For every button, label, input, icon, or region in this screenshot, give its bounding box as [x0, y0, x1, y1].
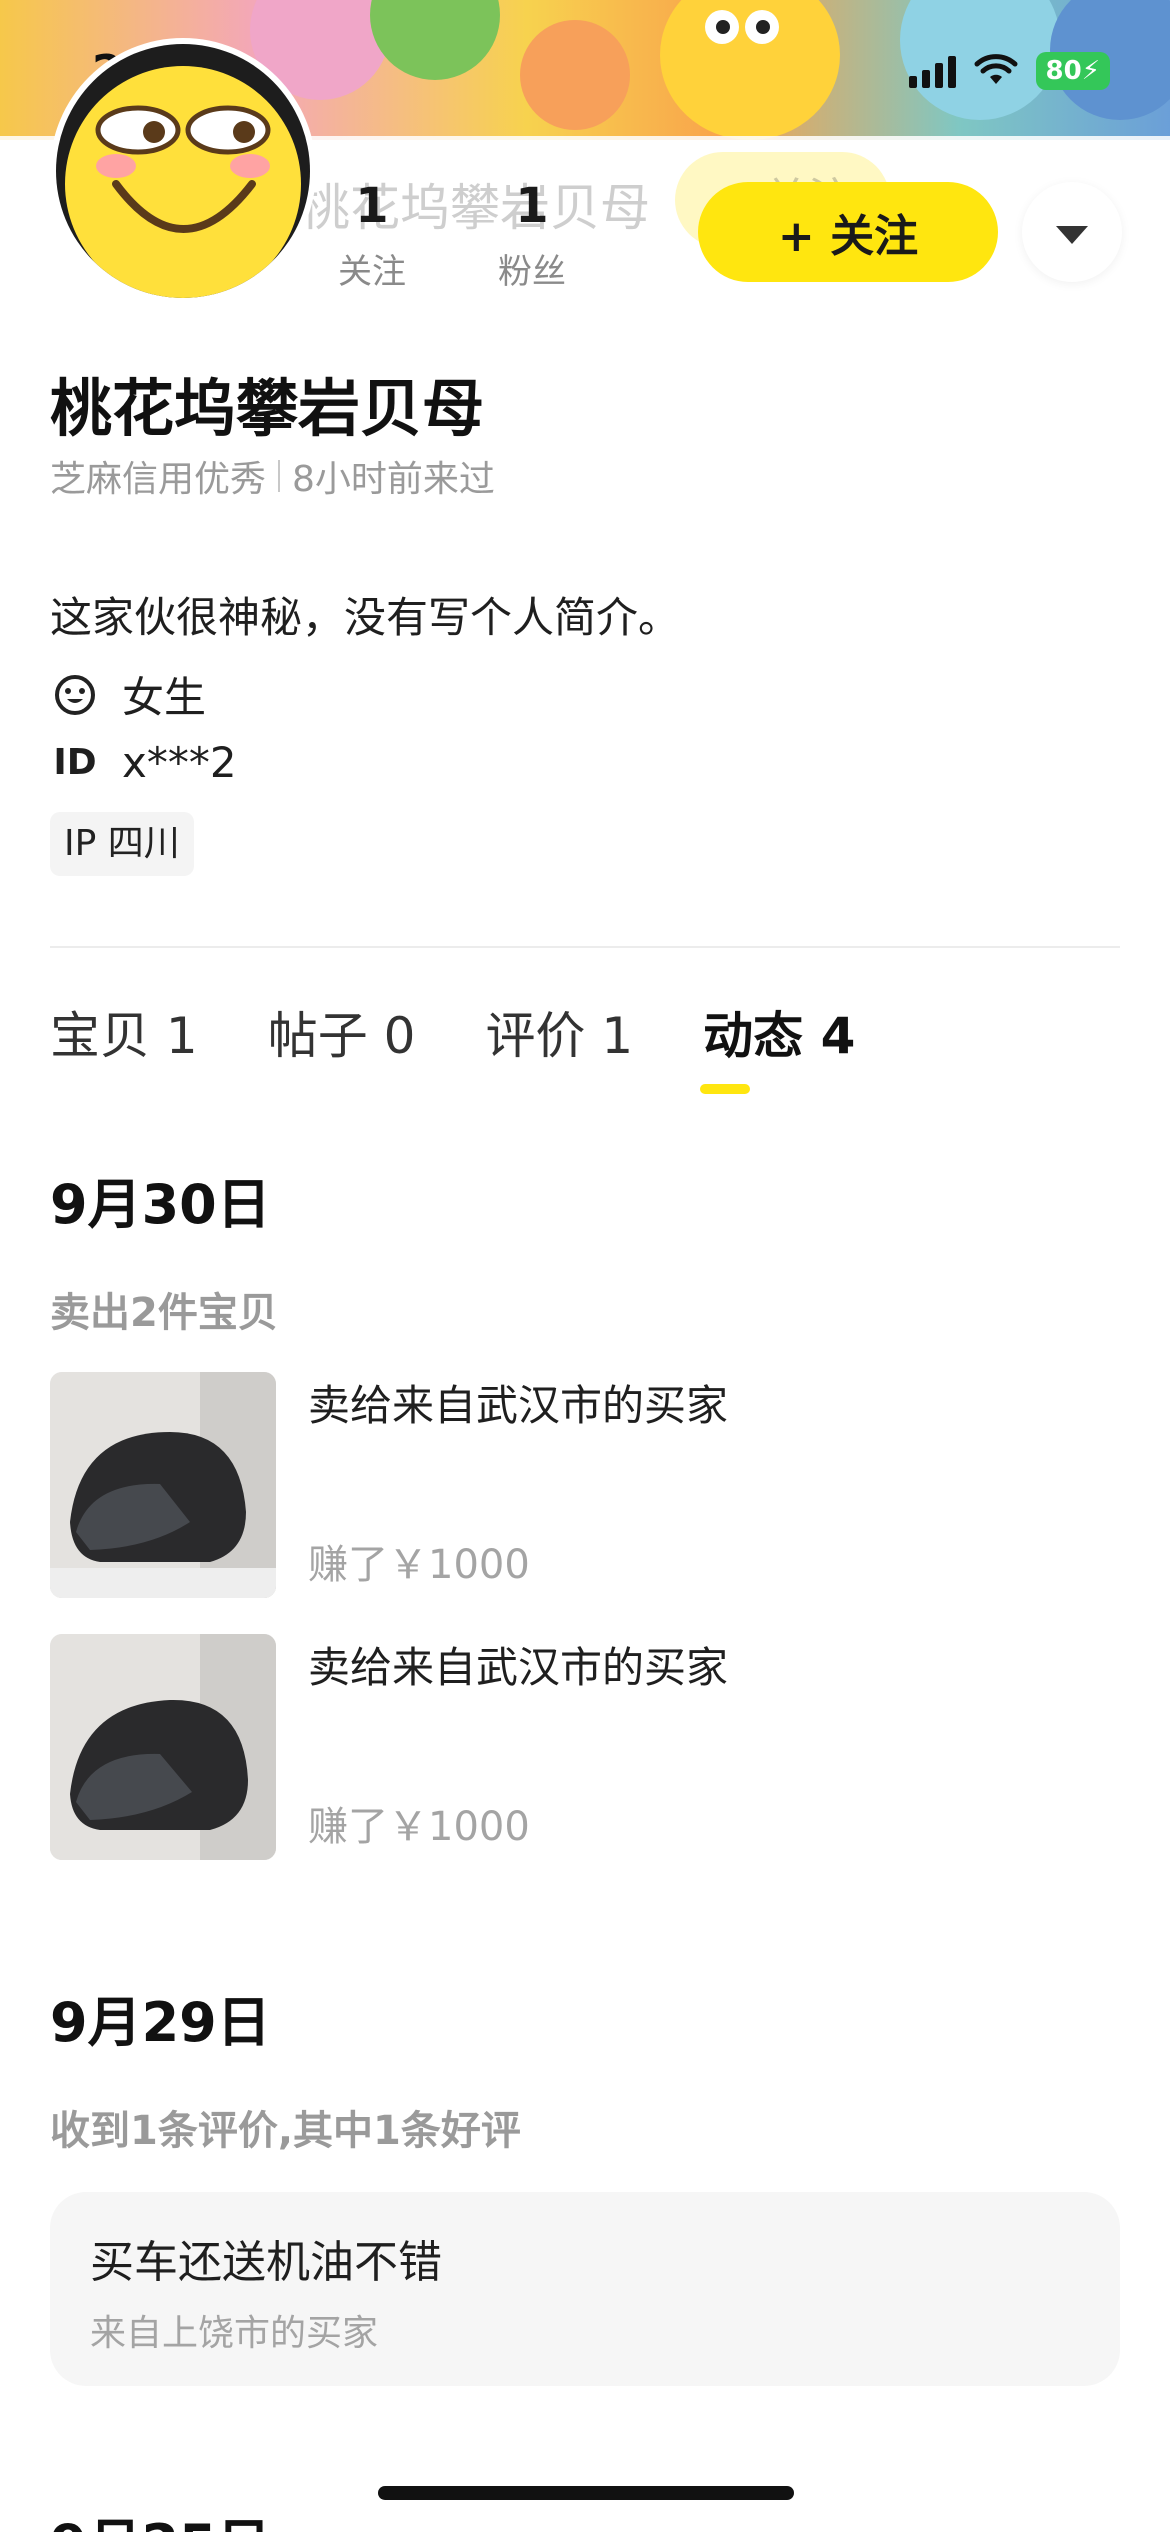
feed-date: 9月30日 [50, 1173, 271, 1236]
item-title: 卖给来自武汉市的买家 [308, 1381, 729, 1430]
id-value: x***2 [122, 738, 237, 787]
follow-button[interactable]: + 关注 [698, 182, 998, 282]
followers-count: 1 [515, 178, 549, 234]
review-card[interactable]: 买车还送机油不错 来自上饶市的买家 [50, 2192, 1120, 2386]
following-label: 关注 [338, 252, 406, 292]
chevron-down-icon [1056, 226, 1088, 244]
section-divider [50, 946, 1120, 948]
id-row: ID x***2 [50, 738, 237, 787]
review-source: 来自上饶市的买家 [90, 2313, 379, 2354]
feed-date: 9月29日 [50, 1991, 271, 2054]
tab-reviews[interactable]: 评价 1 [485, 996, 633, 1068]
last-seen: 8小时前来过 [292, 459, 495, 500]
tab-items[interactable]: 宝贝 1 [50, 996, 198, 1068]
list-item[interactable]: 卖给来自武汉市的买家 赚了￥1000 [50, 1634, 1120, 1860]
credit-badge[interactable]: 芝麻信用优秀 [50, 450, 266, 502]
feed-summary: 卖出2件宝贝 [50, 1290, 278, 1336]
gender-row: 女生 [50, 664, 206, 725]
ip-location-badge: IP 四川 [50, 812, 194, 876]
avatar[interactable] [50, 38, 316, 304]
profile-screen: 23:53 80⚡ ‹ 桃花坞攀岩贝母 + 关注 ··· [0, 0, 1170, 2532]
profile-meta: 芝麻信用优秀 8小时前来过 [50, 450, 495, 502]
tab-posts[interactable]: 帖子 0 [268, 996, 416, 1068]
wifi-icon [974, 54, 1018, 84]
follow-button-label: + 关注 [777, 211, 919, 262]
profile-tabs: 宝贝 1 帖子 0 评价 1 动态 4 [50, 996, 925, 1068]
battery-indicator: 80⚡ [1035, 52, 1110, 90]
active-tab-indicator [700, 1084, 750, 1094]
status-icons: 80⚡ [908, 52, 1110, 90]
list-item[interactable]: 卖给来自武汉市的买家 赚了￥1000 [50, 1372, 1120, 1598]
tab-activity[interactable]: 动态 4 [703, 996, 855, 1068]
feed-summary: 收到1条评价,其中1条好评 [50, 2108, 521, 2154]
profile-name: 桃花坞攀岩贝母 [50, 372, 485, 445]
profile-bio: 这家伙很神秘，没有写个人简介。 [50, 593, 681, 642]
review-text: 买车还送机油不错 [90, 2237, 442, 2288]
item-earnings: 赚了￥1000 [308, 1804, 530, 1850]
following-count: 1 [355, 178, 389, 234]
smiley-icon [50, 673, 100, 717]
dropdown-button[interactable] [1022, 182, 1122, 282]
meta-divider [278, 460, 281, 492]
feed-date: 9月25日 [50, 2500, 271, 2532]
avatar-image [56, 44, 310, 298]
helmet-thumbnail [50, 1634, 276, 1860]
item-earnings: 赚了￥1000 [308, 1542, 530, 1588]
followers-label: 粉丝 [498, 252, 566, 292]
id-icon: ID [53, 742, 97, 783]
gender-text: 女生 [122, 673, 207, 722]
helmet-thumbnail [50, 1372, 276, 1598]
followers-stat[interactable]: 1 粉丝 [472, 178, 592, 293]
smirk-emoji-icon [65, 66, 301, 298]
signal-icon [908, 54, 956, 88]
home-indicator[interactable] [378, 2486, 794, 2500]
battery-level: 80 [1045, 56, 1082, 86]
item-title: 卖给来自武汉市的买家 [308, 1643, 729, 1692]
following-stat[interactable]: 1 关注 [312, 178, 432, 293]
